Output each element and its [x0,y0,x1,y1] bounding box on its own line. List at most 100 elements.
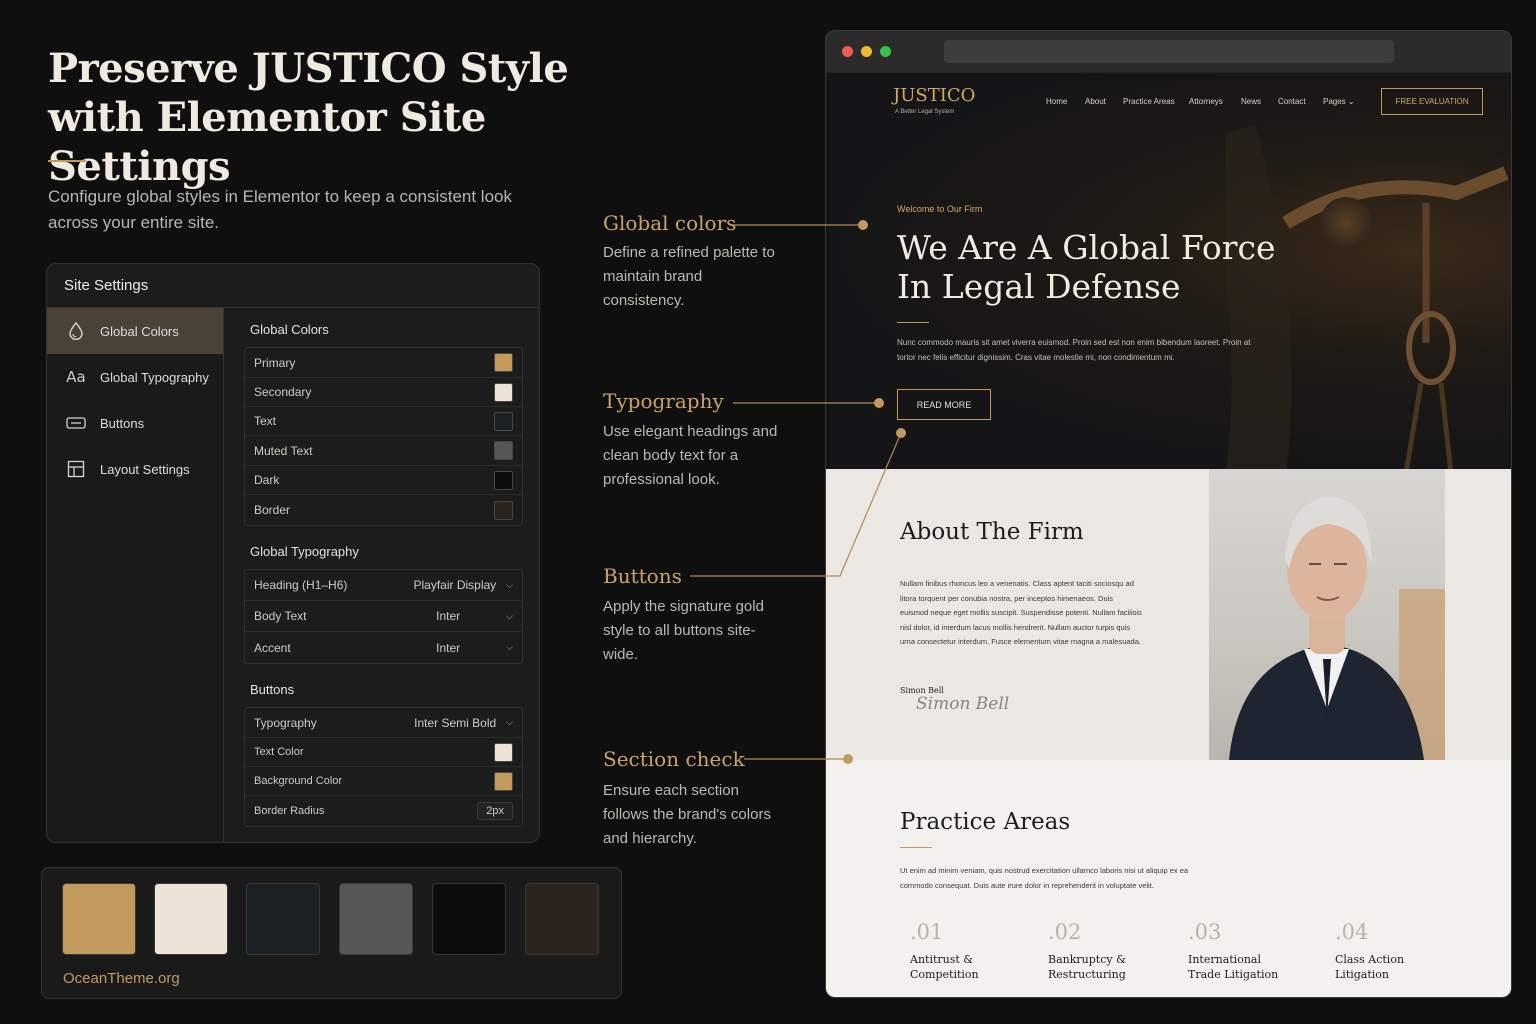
nav-practice-areas[interactable]: Practice Areas [1123,97,1175,106]
sidebar-item-layout-settings[interactable]: Layout Settings [47,446,223,492]
color-row-secondary[interactable]: Secondary [245,378,522,407]
annotation-title-global-colors: Global colors [603,211,737,235]
color-swatch[interactable] [494,353,513,372]
color-swatch[interactable] [494,411,513,431]
font-value: Playfair Display [413,578,497,592]
sidebar-item-buttons[interactable]: Buttons [47,400,223,446]
minimize-window-dot[interactable] [861,46,872,57]
color-label: Primary [254,355,296,370]
palette-swatch [62,883,136,955]
practice-heading: Practice Areas [900,809,1071,835]
site-settings-panel: Site Settings Global Colors Aa Global Ty… [46,263,540,843]
annotation-text-typography: Use elegant headings and clean body text… [603,423,778,488]
title-divider [48,160,86,162]
sidebar-item-global-typography[interactable]: Aa Global Typography [47,354,223,400]
hero-text: Nunc commodo mauris sit amet viverra eui… [897,338,1251,362]
typography-label: Accent [254,640,291,655]
maximize-window-dot[interactable] [880,46,891,57]
annotation-title-typography: Typography [603,389,724,413]
button-text-color-label: Text Color [254,746,304,758]
button-radius-row[interactable]: Border Radius 2px [245,796,522,826]
nav-news[interactable]: News [1241,97,1261,106]
annotation-text-section-check: Ensure each section follows the brand's … [603,782,771,847]
hero-eyebrow: Welcome to Our Firm [897,204,983,214]
practice-area-number: .01 [910,920,944,944]
font-value: Inter [436,640,461,655]
radius-input[interactable]: 2px [477,802,513,820]
buttons-settings-list: Typography Inter Semi Bold ⌵ Text Color Ba… [244,707,523,827]
button-text-color-row[interactable]: Text Color [245,738,522,767]
color-swatch[interactable] [494,441,513,460]
color-swatch[interactable] [494,500,513,520]
typography-row-heading[interactable]: Heading (H1–H6) Playfair Display ⌵ [245,570,522,601]
typography-row-body[interactable]: Body Text Inter ⌵ [245,601,522,632]
chevron-down-icon: ⌵ [506,610,513,621]
button-bg-color-label: Background Color [254,775,343,787]
sidebar-item-label: Global Colors [100,323,179,339]
annotation-title-section-check: Section check [603,747,745,771]
practice-area-number: .02 [1048,920,1082,944]
address-bar[interactable] [944,40,1394,63]
browser-window: JUSTICO A Better Legal System Home About… [825,30,1512,998]
color-swatch[interactable] [494,470,513,490]
color-row-text[interactable]: Text [245,407,522,436]
practice-area-name[interactable]: Class Action Litigation [1335,952,1415,982]
read-more-button[interactable]: READ MORE [897,389,991,420]
settings-panel-title: Site Settings [47,264,539,308]
color-row-primary[interactable]: Primary [245,348,522,378]
free-evaluation-button[interactable]: FREE EVALUATION [1381,88,1483,115]
practice-areas-section: Practice Areas Ut enim ad minim veniam, … [826,760,1511,997]
color-row-border[interactable]: Border [245,495,522,525]
typography-label: Heading (H1–H6) [254,578,348,592]
practice-area-name[interactable]: Antitrust & Competition [910,952,990,982]
color-swatch[interactable] [494,771,513,791]
nav-home[interactable]: Home [1046,97,1067,106]
typography-row-accent[interactable]: Accent Inter ⌵ [245,632,522,663]
button-typography-row[interactable]: Typography Inter Semi Bold ⌵ [245,708,522,738]
hero-heading: We Are A Global Force In Legal Defense [897,228,1276,306]
font-select[interactable]: Inter Semi Bold ⌵ [414,716,513,730]
site-logo-tagline: A Better Legal System [895,109,955,115]
hero-divider [897,322,929,323]
practice-area-number: .04 [1335,920,1369,944]
nav-contact[interactable]: Contact [1278,97,1306,106]
practice-area-name[interactable]: International Trade Litigation [1188,952,1283,982]
nav-pages[interactable]: Pages ⌄ [1323,97,1355,106]
practice-area-name[interactable]: Bankruptcy & Restructuring [1048,952,1138,982]
site-logo[interactable]: JUSTICO [893,85,975,106]
chevron-down-icon: ⌵ [506,717,513,727]
chevron-down-icon: ⌵ [506,579,513,590]
sidebar-item-global-colors[interactable]: Global Colors [47,308,223,354]
nav-attorneys[interactable]: Attorneys [1189,97,1223,106]
color-swatch[interactable] [494,742,513,762]
settings-sidebar: Global Colors Aa Global Typography Butto… [47,308,224,842]
palette-swatch [154,883,228,955]
global-colors-heading: Global Colors [250,322,329,337]
global-typography-list: Heading (H1–H6) Playfair Display ⌵ Body Te… [244,569,523,664]
close-window-dot[interactable] [842,46,853,57]
button-typography-label: Typography [254,715,317,730]
font-select[interactable]: Inter ⌵ [436,609,513,623]
nav-about[interactable]: About [1085,97,1106,106]
settings-content: Global Colors Primary Secondary Text Mut… [224,308,539,842]
drop-icon [66,321,86,341]
font-select[interactable]: Inter ⌵ [436,641,513,655]
about-heading: About The Firm [900,519,1084,545]
site-hero-section: JUSTICO A Better Legal System Home About… [826,73,1511,469]
brand-watermark: OceanTheme.org [63,970,180,987]
buttons-heading: Buttons [250,682,295,697]
color-swatch[interactable] [494,382,513,402]
nav-pages-label: Pages [1323,97,1346,106]
annotation-title-buttons: Buttons [603,564,682,588]
practice-divider [900,847,932,848]
chevron-down-icon: ⌄ [1347,97,1355,106]
page-subtitle: Configure global styles in Elementor to … [48,187,512,232]
about-text: Nullam finibus rhoncus leo a venenatis. … [900,579,1142,647]
color-row-dark[interactable]: Dark [245,466,522,495]
font-select[interactable]: Playfair Display ⌵ [413,578,513,592]
about-signature: Simon Bell [916,694,1010,714]
palette-swatch [525,883,599,955]
button-bg-color-row[interactable]: Background Color [245,767,522,796]
color-label: Text [254,414,277,428]
color-row-muted-text[interactable]: Muted Text [245,436,522,466]
